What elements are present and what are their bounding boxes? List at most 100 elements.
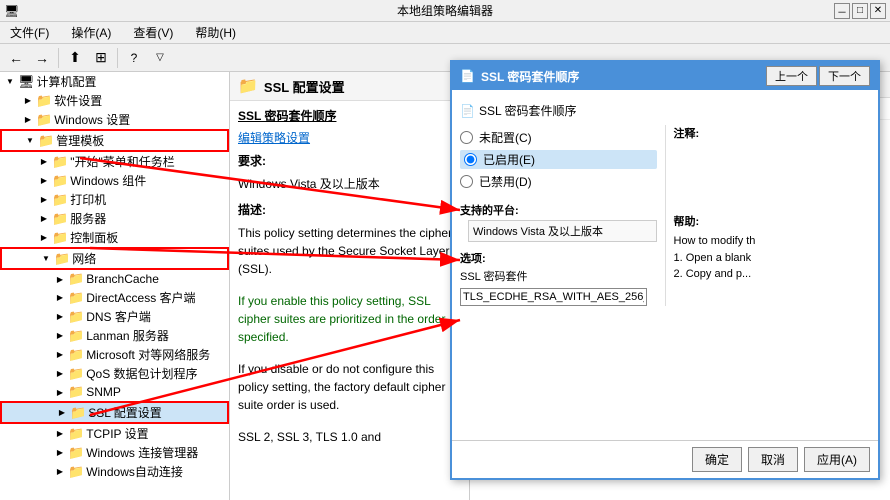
tree-item-branchcache[interactable]: ▶ 📁 BranchCache [0,270,229,288]
radio-enabled-input[interactable] [464,153,477,166]
help-line-2: 1. Open a blank [674,250,871,267]
tree-label-tcpip: TCPIP 设置 [86,425,148,442]
title-bar-icon: 🖥 [4,4,19,18]
cancel-button[interactable]: 取消 [748,447,798,472]
menu-view[interactable]: 查看(V) [127,22,179,43]
platform-value: Windows Vista 及以上版本 [468,220,657,242]
expander-ssl[interactable]: ▶ [54,405,70,421]
expander-qos[interactable]: ▶ [52,366,68,382]
help-button[interactable]: ? [122,47,146,69]
ok-button[interactable]: 确定 [692,447,742,472]
dialog-next-btn[interactable]: 下一个 [819,66,870,86]
tree-item-printers[interactable]: ▶ 📁 打印机 [0,190,229,209]
folder-icon-servers: 📁 [52,211,68,227]
tree-item-control-panel[interactable]: ▶ 📁 控制面板 [0,228,229,247]
close-btn[interactable]: ✕ [870,3,886,19]
expander-tcpip[interactable]: ▶ [52,426,68,442]
tree-item-directaccess[interactable]: ▶ 📁 DirectAccess 客户端 [0,288,229,307]
expander-dns[interactable]: ▶ [52,309,68,325]
folder-icon-win-conn: 📁 [68,445,84,461]
expander-win-conn[interactable]: ▶ [52,445,68,461]
expander-network[interactable]: ▼ [38,251,54,267]
folder-icon-snmp: 📁 [68,384,84,400]
help-line-1: How to modify th [674,233,871,250]
menu-help[interactable]: 帮助(H) [189,22,242,43]
expander-servers[interactable]: ▶ [36,211,52,227]
radio-not-configured-input[interactable] [460,131,473,144]
tree-item-network[interactable]: ▼ 📁 网络 [0,247,229,270]
folder-icon-printers: 📁 [52,192,68,208]
radio-disabled[interactable]: 已禁用(D) [460,173,657,190]
dialog-prev-btn[interactable]: 上一个 [766,66,817,86]
dialog-body: 📄 SSL 密码套件顺序 未配置(C) 已启用(E) [452,90,878,440]
tree-item-computer-config[interactable]: ▼ 🖥 计算机配置 [0,72,229,91]
middle-panel: 📁 SSL 配置设置 SSL 密码套件顺序 编辑策略设置 要求: Windows… [230,72,470,500]
options-section: 选项: SSL 密码套件 [460,250,657,306]
tree-label-win-auto: Windows自动连接 [86,463,183,480]
filter-button[interactable]: ▽ [148,47,172,69]
tree-item-start-menu[interactable]: ▶ 📁 "开始"菜单和任务栏 [0,152,229,171]
expander-printers[interactable]: ▶ [36,192,52,208]
tree-item-win-conn-mgr[interactable]: ▶ 📁 Windows 连接管理器 [0,443,229,462]
tree-item-admin-templates[interactable]: ▼ 📁 管理模板 [0,129,229,152]
expander-windows-settings[interactable]: ▶ [20,112,36,128]
expander-win-components[interactable]: ▶ [36,173,52,189]
dialog-setting-row: 📄 SSL 密码套件顺序 [460,98,870,125]
expander-control-panel[interactable]: ▶ [36,230,52,246]
folder-icon-dns: 📁 [68,309,84,325]
expander-lanman[interactable]: ▶ [52,328,68,344]
show-tree-button[interactable]: ⊞ [89,47,113,69]
folder-icon-lanman: 📁 [68,328,84,344]
help-section: 帮助: How to modify th 1. Open a blank 2. … [674,213,871,283]
expander-branchcache[interactable]: ▶ [52,271,68,287]
expander-snmp[interactable]: ▶ [52,384,68,400]
up-button[interactable]: ⬆ [63,47,87,69]
tree-label-windows-settings: Windows 设置 [54,111,130,128]
folder-icon-directaccess: 📁 [68,290,84,306]
tree-label-qos: QoS 数据包计划程序 [86,365,197,382]
ssl-dialog: 📄 SSL 密码套件顺序 上一个 下一个 📄 SSL 密码套件顺序 [450,60,880,480]
expander-win-auto[interactable]: ▶ [52,464,68,480]
expander-directaccess[interactable]: ▶ [52,290,68,306]
tree-item-ms-peer[interactable]: ▶ 📁 Microsoft 对等网络服务 [0,345,229,364]
expander-admin-templates[interactable]: ▼ [22,133,38,149]
maximize-btn[interactable]: □ [852,3,868,19]
radio-not-configured[interactable]: 未配置(C) [460,129,657,146]
menu-file[interactable]: 文件(F) [4,22,55,43]
back-button[interactable]: ← [4,47,28,69]
tree-item-lanman[interactable]: ▶ 📁 Lanman 服务器 [0,326,229,345]
note-label: 注释: [674,125,871,141]
tree-item-win-auto[interactable]: ▶ 📁 Windows自动连接 [0,462,229,481]
tree-item-qos[interactable]: ▶ 📁 QoS 数据包计划程序 [0,364,229,383]
tree-item-tcpip[interactable]: ▶ 📁 TCPIP 设置 [0,424,229,443]
dialog-two-col: 未配置(C) 已启用(E) 已禁用(D) 支持的平台: [460,125,870,306]
folder-icon-tcpip: 📁 [68,426,84,442]
tree-label-control-panel: 控制面板 [70,229,118,246]
expander-ms-peer[interactable]: ▶ [52,347,68,363]
radio-enabled[interactable]: 已启用(E) [460,150,657,169]
tree-item-dns[interactable]: ▶ 📁 DNS 客户端 [0,307,229,326]
tree-item-windows-settings[interactable]: ▶ 📁 Windows 设置 [0,110,229,129]
tree-item-servers[interactable]: ▶ 📁 服务器 [0,209,229,228]
expander-computer-config[interactable]: ▼ [2,74,18,90]
tree-item-win-components[interactable]: ▶ 📁 Windows 组件 [0,171,229,190]
tree-item-software-settings[interactable]: ▶ 📁 软件设置 [0,91,229,110]
tree-label-admin-templates: 管理模板 [56,132,104,149]
ssl-cipher-input[interactable] [460,288,647,306]
expander-software[interactable]: ▶ [20,93,36,109]
folder-icon-network: 📁 [54,251,70,267]
platform-section: 支持的平台: Windows Vista 及以上版本 [460,202,657,242]
minimize-btn[interactable]: － [834,3,850,19]
expander-start-menu[interactable]: ▶ [36,154,52,170]
tree-item-ssl-config[interactable]: ▶ 📁 SSL 配置设置 [0,401,229,424]
forward-button[interactable]: → [30,47,54,69]
edit-policy-link[interactable]: 编辑策略设置 [230,127,469,148]
middle-header-icon: 📁 [238,76,258,96]
menu-action[interactable]: 操作(A) [65,22,117,43]
apply-button[interactable]: 应用(A) [804,447,870,472]
folder-icon-win-settings: 📁 [36,112,52,128]
folder-icon-qos: 📁 [68,366,84,382]
tree-item-snmp[interactable]: ▶ 📁 SNMP [0,383,229,401]
dialog-setting-name-text: SSL 密码套件顺序 [479,102,577,119]
radio-disabled-input[interactable] [460,175,473,188]
